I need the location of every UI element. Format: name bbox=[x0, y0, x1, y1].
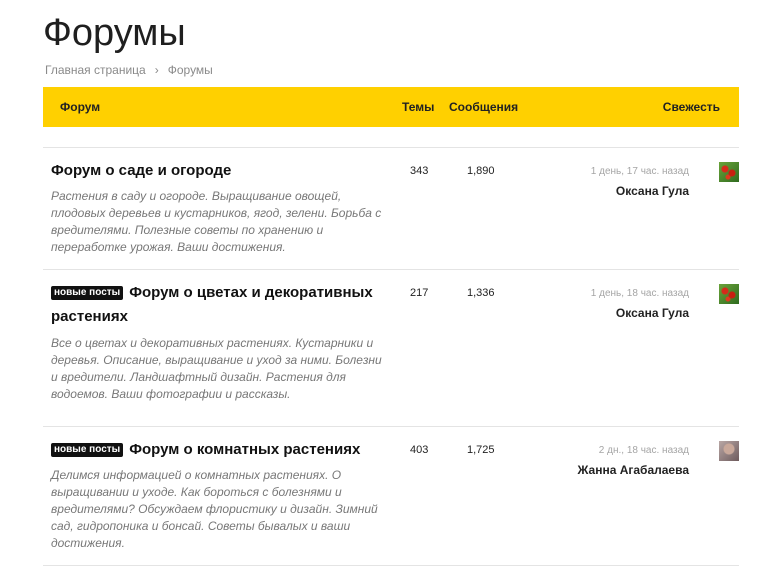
forum-post-count: 1,890 bbox=[467, 165, 495, 177]
forum-post-count: 1,336 bbox=[467, 287, 495, 299]
forum-row: новые посты Форум о цветах и декоративных… bbox=[43, 269, 739, 427]
header-topics: Темы bbox=[402, 100, 435, 114]
page-title: Форумы bbox=[43, 12, 186, 54]
berries-avatar[interactable] bbox=[719, 284, 739, 304]
forum-post-count: 1,725 bbox=[467, 444, 495, 456]
new-posts-badge: новые посты bbox=[51, 286, 124, 300]
forum-description: Делимся информацией о комнатных растения… bbox=[51, 468, 378, 550]
header-freshness: Свежесть bbox=[662, 100, 720, 114]
breadcrumb-separator: › bbox=[154, 63, 159, 77]
freshness-link[interactable]: 1 день, 18 час. назад bbox=[591, 288, 689, 299]
forum-title-link[interactable]: Форум о саде и огороде bbox=[51, 159, 387, 183]
forum-row: Форум о саде и огороде Растения в саду и… bbox=[43, 147, 739, 270]
forum-row: новые посты Форум о комнатных растениях Д… bbox=[43, 426, 739, 566]
person-avatar[interactable] bbox=[719, 441, 739, 461]
forum-topic-count: 217 bbox=[410, 287, 429, 299]
new-posts-badge: новые посты bbox=[51, 443, 124, 457]
forum-description: Все о цветах и декоративных растениях. К… bbox=[51, 336, 382, 401]
last-poster-link[interactable]: Оксана Гула bbox=[616, 306, 689, 320]
forum-title-link[interactable]: новые посты Форум о цветах и декоративных… bbox=[51, 281, 387, 329]
breadcrumb-home-link[interactable]: Главная страница bbox=[45, 63, 146, 77]
forum-title[interactable]: Форум о комнатных растениях bbox=[129, 441, 360, 458]
last-poster-link[interactable]: Жанна Агабалаева bbox=[578, 463, 689, 477]
header-forum: Форум bbox=[60, 100, 101, 114]
forum-description: Растения в саду и огороде. Выращивание о… bbox=[51, 189, 382, 254]
breadcrumb-current: Форумы bbox=[167, 63, 213, 77]
header-posts: Сообщения bbox=[449, 100, 519, 114]
breadcrumb: Главная страница › Форумы bbox=[45, 63, 213, 77]
freshness-link[interactable]: 2 дн., 18 час. назад bbox=[599, 445, 689, 456]
forum-title-link[interactable]: новые посты Форум о комнатных растениях bbox=[51, 438, 387, 462]
berries-avatar[interactable] bbox=[719, 162, 739, 182]
forum-topic-count: 343 bbox=[410, 165, 429, 177]
last-poster-link[interactable]: Оксана Гула bbox=[616, 184, 689, 198]
table-bottom-divider bbox=[43, 565, 739, 566]
forum-title[interactable]: Форум о саде и огороде bbox=[51, 162, 231, 179]
forum-table-header: Форум Темы Сообщения Свежесть bbox=[43, 87, 739, 127]
freshness-link[interactable]: 1 день, 17 час. назад bbox=[591, 166, 689, 177]
forum-topic-count: 403 bbox=[410, 444, 429, 456]
